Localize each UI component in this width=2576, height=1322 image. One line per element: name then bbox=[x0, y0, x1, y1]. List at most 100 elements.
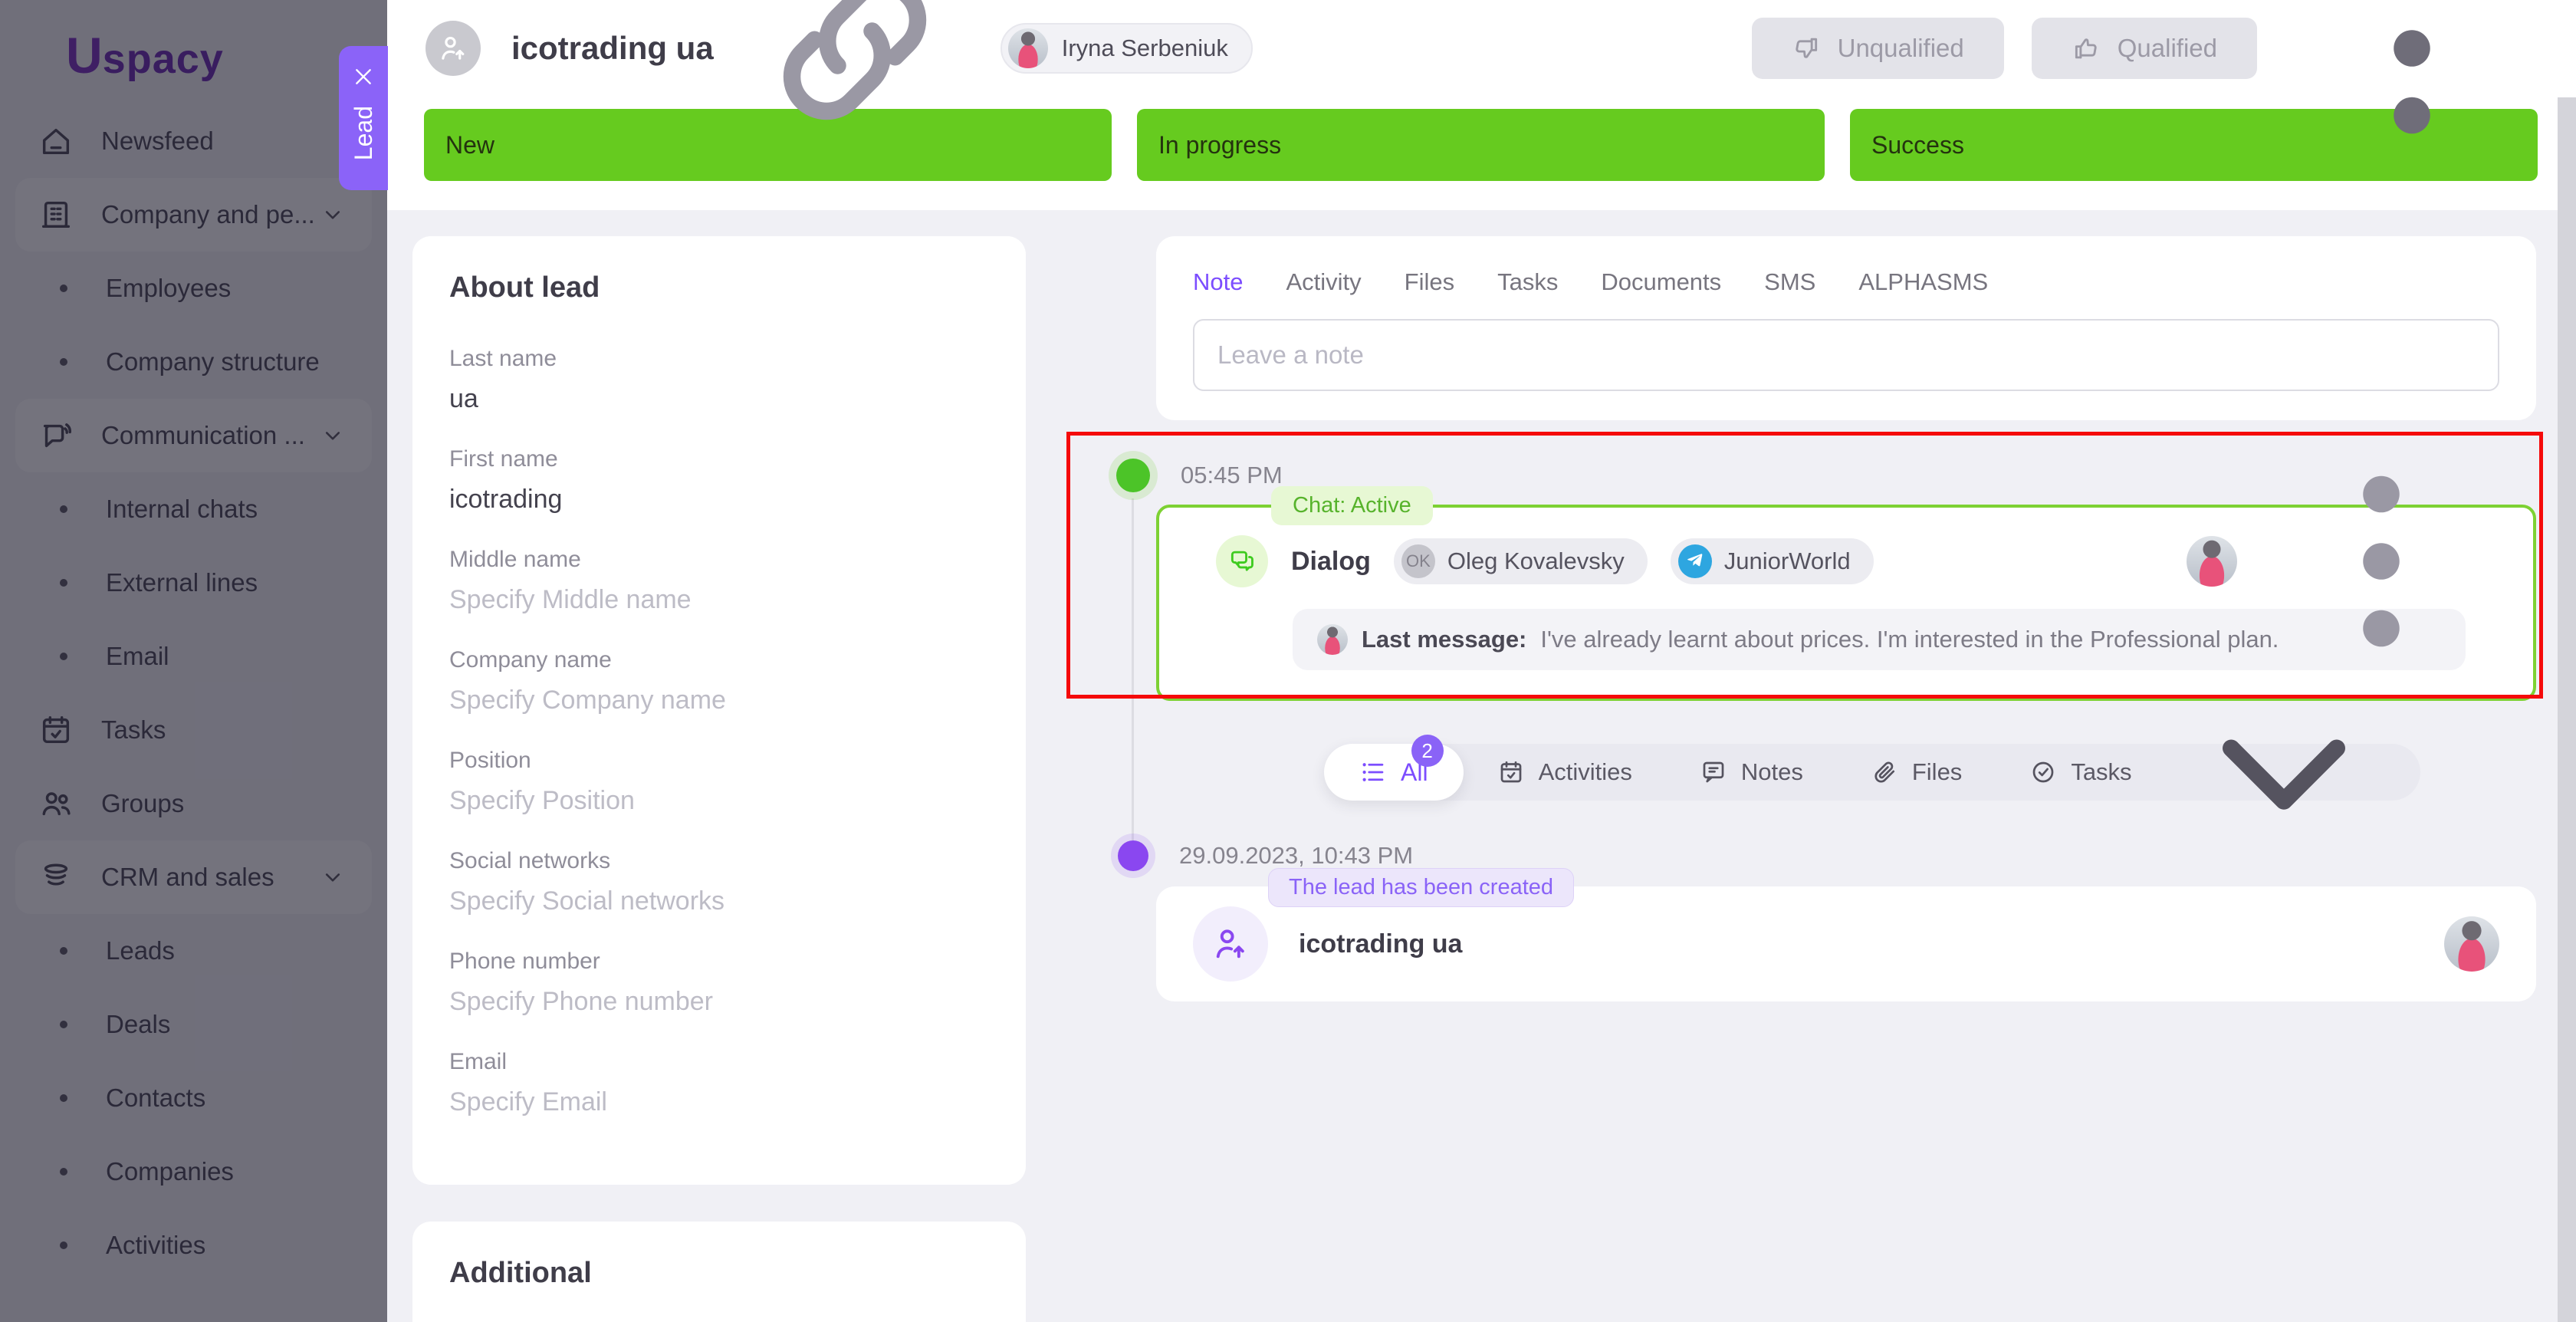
field-value[interactable]: Specify Social networks bbox=[449, 886, 989, 916]
header-actions: Unqualified Qualified bbox=[1752, 0, 2527, 163]
created-event-time-row: 29.09.2023, 10:43 PM bbox=[1104, 840, 2536, 871]
timeline-dot-green bbox=[1116, 459, 1150, 492]
tasks-icon bbox=[2029, 758, 2057, 786]
tab-tasks[interactable]: Tasks bbox=[1497, 268, 1558, 296]
lead-person-icon bbox=[1211, 924, 1250, 964]
scrollbar[interactable] bbox=[2558, 97, 2576, 1322]
field-email: Email Specify Email bbox=[449, 1049, 989, 1117]
contact-chip[interactable]: OK Oleg Kovalevsky bbox=[1394, 538, 1648, 584]
filter-notes[interactable]: Notes bbox=[1666, 758, 1837, 786]
filter-activities[interactable]: Activities bbox=[1464, 758, 1666, 786]
tab-activity[interactable]: Activity bbox=[1286, 268, 1361, 296]
additional-title: Additional bbox=[449, 1257, 989, 1290]
field-first-name: First name icotrading bbox=[449, 446, 989, 515]
filter-label: Files bbox=[1912, 758, 1962, 786]
field-value[interactable]: ua bbox=[449, 384, 989, 414]
field-value[interactable]: Specify Phone number bbox=[449, 987, 989, 1017]
created-event-badge: The lead has been created bbox=[1268, 868, 1574, 907]
lead-header: icotrading ua Iryna Serbeniuk Unqualifie… bbox=[387, 0, 2576, 97]
created-event: 29.09.2023, 10:43 PM The lead has been c… bbox=[1104, 840, 2536, 1001]
tab-alphasms[interactable]: ALPHASMS bbox=[1858, 268, 1988, 296]
last-message-avatar bbox=[1317, 624, 1348, 655]
tab-sms[interactable]: SMS bbox=[1764, 268, 1815, 296]
unqualified-button[interactable]: Unqualified bbox=[1752, 18, 2004, 79]
filter-files[interactable]: Files bbox=[1837, 758, 1996, 786]
composer-tabs: Note Activity Files Tasks Documents SMS ALPHAS… bbox=[1193, 268, 2499, 296]
field-label: Social networks bbox=[449, 848, 989, 874]
close-icon[interactable] bbox=[351, 64, 376, 89]
lead-activity-column: Note Activity Files Tasks Documents SMS ALPHAS… bbox=[1104, 236, 2536, 1322]
field-middle-name: Middle name Specify Middle name bbox=[449, 547, 989, 615]
last-message-label: Last message: bbox=[1362, 626, 1526, 653]
composer-card: Note Activity Files Tasks Documents SMS ALPHAS… bbox=[1156, 236, 2536, 420]
responsible-name: Iryna Serbeniuk bbox=[1062, 35, 1228, 62]
chat-event-time-row: 05:45 PM bbox=[1104, 459, 2536, 492]
lead-entity-avatar bbox=[426, 21, 481, 76]
chat-type-label: Dialog bbox=[1291, 547, 1371, 577]
tab-files[interactable]: Files bbox=[1405, 268, 1454, 296]
channel-chip[interactable]: JuniorWorld bbox=[1671, 538, 1874, 584]
field-label: Last name bbox=[449, 346, 989, 372]
about-lead-card: About lead Last name ua First name icotradi… bbox=[412, 236, 1026, 1185]
lead-content: About lead Last name ua First name icotradi… bbox=[387, 210, 2576, 1322]
copy-link-icon[interactable] bbox=[740, 0, 970, 163]
contact-initials-avatar: OK bbox=[1401, 544, 1435, 578]
field-label: First name bbox=[449, 446, 989, 472]
field-value[interactable]: Specify Email bbox=[449, 1087, 989, 1117]
more-menu-icon[interactable] bbox=[2297, 0, 2527, 163]
created-event-time: 29.09.2023, 10:43 PM bbox=[1179, 842, 1413, 870]
field-label: Position bbox=[449, 748, 989, 774]
field-last-name: Last name ua bbox=[449, 346, 989, 414]
field-value[interactable]: icotrading bbox=[449, 485, 989, 515]
field-label: Email bbox=[449, 1049, 989, 1075]
field-value[interactable]: Specify Position bbox=[449, 786, 989, 816]
note-input[interactable] bbox=[1193, 319, 2499, 391]
sidebar: Uspacy NewsfeedCompany and pe...Employee… bbox=[0, 0, 387, 1322]
tab-note[interactable]: Note bbox=[1193, 268, 1243, 296]
additional-card: Additional CommentsSpecify CommentsSourc… bbox=[412, 1222, 1026, 1322]
lead-detail-panel: icotrading ua Iryna Serbeniuk Unqualifie… bbox=[387, 0, 2576, 1322]
stage-label: In progress bbox=[1158, 131, 1281, 159]
created-lead-icon-wrap bbox=[1193, 906, 1268, 982]
qualified-button[interactable]: Qualified bbox=[2032, 18, 2257, 79]
responsible-pill[interactable]: Iryna Serbeniuk bbox=[1001, 23, 1253, 74]
page-title: icotrading ua bbox=[511, 30, 714, 67]
filter-all[interactable]: All 2 bbox=[1324, 744, 1464, 801]
filter-all-count-badge: 2 bbox=[1411, 735, 1444, 767]
filter-tasks[interactable]: Tasks bbox=[1996, 758, 2165, 786]
chat-bubbles-icon bbox=[1227, 547, 1257, 576]
about-lead-title: About lead bbox=[449, 271, 989, 304]
timeline: 05:45 PM Chat: Active Dialog OK Oleg Kov… bbox=[1104, 459, 2536, 1001]
field-social-networks: Social networks Specify Social networks bbox=[449, 848, 989, 916]
qualified-label: Qualified bbox=[2118, 34, 2217, 63]
chat-header-row: Dialog OK Oleg Kovalevsky JuniorWorld bbox=[1216, 535, 2496, 587]
created-lead-title: icotrading ua bbox=[1299, 929, 1462, 959]
pipeline-stage-in-progress[interactable]: In progress bbox=[1137, 109, 1825, 181]
lead-info-column: About lead Last name ua First name icotradi… bbox=[412, 236, 1026, 1322]
field-phone-number: Phone number Specify Phone number bbox=[449, 949, 989, 1017]
created-event-card[interactable]: The lead has been created icotrading ua bbox=[1156, 886, 2536, 1001]
thumbs-up-icon bbox=[2072, 34, 2101, 63]
lead-panel-tab[interactable]: Lead bbox=[339, 46, 388, 190]
chat-event-time: 05:45 PM bbox=[1181, 462, 1283, 489]
list-icon bbox=[1359, 758, 1387, 786]
timeline-filterbar: All 2 ActivitiesNotes Files Tasks bbox=[1324, 744, 2420, 801]
chat-bubbles-icon-wrap bbox=[1216, 535, 1268, 587]
contact-name: Oleg Kovalevsky bbox=[1447, 548, 1625, 575]
chat-responsible-avatar bbox=[2187, 536, 2237, 587]
field-position: Position Specify Position bbox=[449, 748, 989, 816]
stage-label: New bbox=[445, 131, 495, 159]
field-value[interactable]: Specify Middle name bbox=[449, 585, 989, 615]
unqualified-label: Unqualified bbox=[1838, 34, 1964, 63]
lead-tab-label: Lead bbox=[350, 106, 378, 160]
tab-documents[interactable]: Documents bbox=[1601, 268, 1721, 296]
field-label: Phone number bbox=[449, 949, 989, 975]
channel-name: JuniorWorld bbox=[1724, 548, 1851, 575]
activities-icon bbox=[1497, 758, 1525, 786]
timeline-connector bbox=[1132, 498, 1134, 840]
field-value[interactable]: Specify Company name bbox=[449, 686, 989, 715]
created-responsible-avatar bbox=[2444, 916, 2499, 972]
files-icon bbox=[1871, 758, 1898, 786]
field-label: Middle name bbox=[449, 547, 989, 573]
thumbs-down-icon bbox=[1792, 34, 1821, 63]
